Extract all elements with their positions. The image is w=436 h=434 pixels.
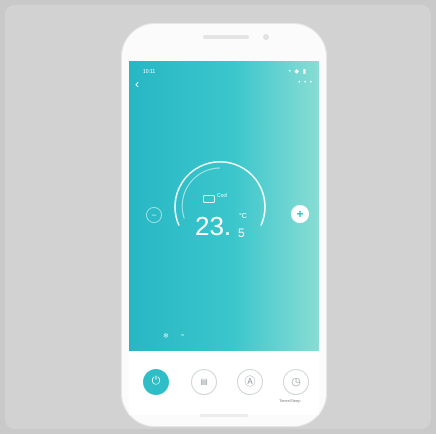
mode-label: Cool [217,193,228,199]
app-screen: 10:11 • ◆ ▮ ‹ • • • Cool 23. °C 5 − + ❄ … [129,61,319,415]
timer-button[interactable]: ◷ [283,369,309,395]
thermostat-panel: 10:11 • ◆ ▮ ‹ • • • Cool 23. °C 5 − + ❄ … [129,61,319,351]
temperature-decimal: 5 [238,226,245,240]
cool-mode-icon [203,195,215,203]
bottom-control-bar: ⏻ ▤ Ⓐ ◷ Timer/Sleep [129,351,319,415]
phone-device: 10:11 • ◆ ▮ ‹ • • • Cool 23. °C 5 − + ❄ … [121,23,327,427]
more-options-button[interactable]: • • • [298,80,313,86]
status-icons: • ◆ ▮ [288,69,307,75]
fan-speed-button[interactable]: Ⓐ [237,369,263,395]
temperature-unit: °C [239,213,247,220]
power-button[interactable]: ⏻ [143,369,169,395]
snowflake-icon: ❄ [163,333,169,340]
speaker-grille [203,35,249,39]
home-indicator [200,414,248,417]
temperature-value: 23. [195,211,232,241]
increase-temp-button[interactable]: + [291,205,309,223]
temperature-dial[interactable] [170,156,270,256]
front-camera [263,34,269,40]
timer-label: Timer/Sleep [279,398,301,403]
decrease-temp-button[interactable]: − [146,207,162,223]
wind-icon: ≈ [181,333,185,339]
mode-button[interactable]: ▤ [191,369,217,395]
screenshot-frame: 10:11 • ◆ ▮ ‹ • • • Cool 23. °C 5 − + ❄ … [5,5,431,429]
status-time: 10:11 [143,69,156,75]
back-button[interactable]: ‹ [135,78,139,90]
